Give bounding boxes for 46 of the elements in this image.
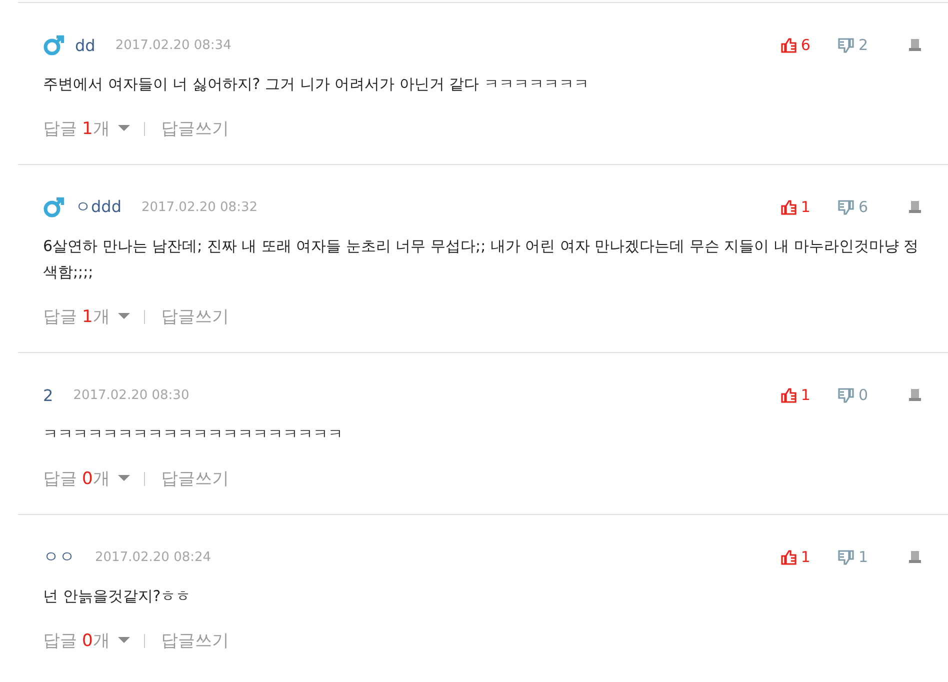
caret-icon xyxy=(118,637,130,644)
comment-date: 2017.02.20 08:32 xyxy=(141,200,258,214)
write-reply-link[interactable]: 답글쓰기 xyxy=(160,117,229,140)
thumbs-up-icon[interactable] xyxy=(780,200,797,214)
comment-text: 넌 안늙을것같지?ㅎㅎ xyxy=(43,586,192,607)
write-reply-link[interactable]: 답글쓰기 xyxy=(160,305,229,328)
author-name[interactable]: dd xyxy=(75,36,96,54)
comment-date: 2017.02.20 08:24 xyxy=(95,550,212,564)
author-name[interactable]: ㅇㅇ xyxy=(43,546,75,568)
report-icon[interactable] xyxy=(908,550,922,564)
thumbs-up-icon[interactable] xyxy=(780,388,797,402)
thumbs-down-icon[interactable] xyxy=(838,200,854,214)
like-count: 1 xyxy=(800,548,810,566)
thumbs-up-icon[interactable] xyxy=(780,550,797,564)
dislike-count: 1 xyxy=(858,548,868,566)
dislike-count: 6 xyxy=(858,198,868,216)
replies-toggle[interactable]: 답글 0개 xyxy=(43,629,130,652)
comment-date: 2017.02.20 08:30 xyxy=(73,388,190,402)
comment-date: 2017.02.20 08:34 xyxy=(115,38,232,52)
replies-toggle[interactable]: 답글 0개 xyxy=(43,467,130,490)
replies-toggle[interactable]: 답글 1개 xyxy=(43,305,130,328)
thumbs-down-icon[interactable] xyxy=(838,38,854,52)
thumbs-up-icon[interactable] xyxy=(780,38,797,52)
report-icon[interactable] xyxy=(908,388,922,402)
male-symbol-icon xyxy=(43,34,65,56)
write-reply-link[interactable]: 답글쓰기 xyxy=(160,467,229,490)
comment-text: 주변에서 여자들이 너 싫어하지? 그거 니가 어려서가 아닌거 같다 ㅋㅋㅋㅋㅋㅋㅋ xyxy=(43,74,590,95)
author-name[interactable]: ㅇddd xyxy=(75,196,122,218)
dislike-count: 2 xyxy=(858,36,868,54)
thumbs-down-icon[interactable] xyxy=(838,388,854,402)
like-count: 1 xyxy=(800,198,810,216)
thumbs-down-icon[interactable] xyxy=(838,550,854,564)
report-icon[interactable] xyxy=(908,38,922,52)
author-name[interactable]: 2 xyxy=(43,386,54,404)
caret-icon xyxy=(118,125,130,132)
like-count: 1 xyxy=(800,386,810,404)
comment-text: ㅋㅋㅋㅋㅋㅋㅋㅋㅋㅋㅋㅋㅋㅋㅋㅋㅋㅋㅋㅋ xyxy=(43,424,344,445)
like-count: 6 xyxy=(800,36,810,54)
comment-text: 6살연하 만나는 남잔데; 진짜 내 또래 여자들 눈초리 너무 무섭다;; 내가 어린 여자 만나겠다는데 무슨 지들이 내 마누라인것마냥 정색함;;;; xyxy=(43,236,920,283)
report-icon[interactable] xyxy=(908,200,922,214)
caret-icon xyxy=(118,475,130,482)
write-reply-link[interactable]: 답글쓰기 xyxy=(160,629,229,652)
dislike-count: 0 xyxy=(858,386,868,404)
male-symbol-icon xyxy=(43,196,65,218)
replies-toggle[interactable]: 답글 1개 xyxy=(43,117,130,140)
caret-icon xyxy=(118,313,130,320)
